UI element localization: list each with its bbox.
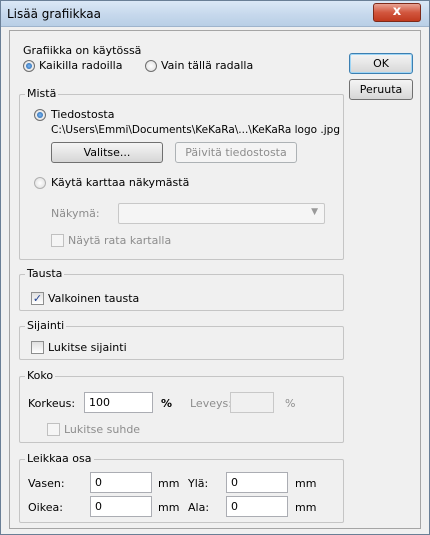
position-label: Sijainti xyxy=(25,319,67,332)
crop-left-input[interactable]: 0 xyxy=(90,472,152,493)
close-icon: x xyxy=(392,4,402,19)
lock-position-label[interactable]: Lukitse sijainti xyxy=(48,341,127,354)
lock-ratio-checkbox[interactable] xyxy=(47,423,60,436)
from-file-label[interactable]: Tiedostosta xyxy=(51,108,114,121)
height-input[interactable]: 100 xyxy=(84,392,153,413)
usage-group: Grafiikka on käytössä Kaikilla radoilla … xyxy=(19,44,344,84)
show-course-checkbox[interactable] xyxy=(51,234,64,247)
file-path-text: C:\Users\Emmi\Documents\KeKaRa\...\KeKaR… xyxy=(51,124,340,136)
ok-button[interactable]: OK xyxy=(349,53,413,74)
view-dropdown[interactable]: ▼ xyxy=(118,203,325,224)
height-label: Korkeus: xyxy=(28,397,76,410)
crop-label: Leikkaa osa xyxy=(25,452,94,465)
crop-top-label: Ylä: xyxy=(188,477,209,490)
this-course-radio[interactable] xyxy=(145,60,157,72)
use-map-label[interactable]: Käytä karttaa näkymästä xyxy=(51,176,189,189)
title-bar[interactable]: Lisää grafiikkaa x xyxy=(1,1,429,27)
crop-bottom-label: Ala: xyxy=(188,501,210,514)
usage-label: Grafiikka on käytössä xyxy=(23,44,142,57)
refresh-from-file-button[interactable]: Päivitä tiedostosta xyxy=(175,142,297,163)
from-file-radio[interactable] xyxy=(34,109,46,121)
chevron-down-icon: ▼ xyxy=(311,207,318,217)
choose-file-button[interactable]: Valitse... xyxy=(51,142,163,163)
width-label: Leveys: xyxy=(190,397,232,410)
crop-right-input[interactable]: 0 xyxy=(90,496,152,517)
crop-right-label: Oikea: xyxy=(28,501,63,514)
close-button[interactable]: x xyxy=(373,3,421,22)
use-map-radio[interactable] xyxy=(34,177,46,189)
white-background-label[interactable]: Valkoinen tausta xyxy=(48,292,139,305)
crop-bottom-unit: mm xyxy=(295,501,317,514)
width-input[interactable] xyxy=(230,392,274,413)
crop-left-unit: mm xyxy=(158,477,180,490)
size-group: Koko Korkeus: 100 % Leveys: % Lukitse su… xyxy=(19,369,344,443)
source-group: Mistä Tiedostosta C:\Users\Emmi\Document… xyxy=(19,87,344,260)
crop-group: Leikkaa osa Vasen: 0 mm Ylä: 0 mm Oikea:… xyxy=(19,452,344,523)
this-course-label[interactable]: Vain tällä radalla xyxy=(161,59,253,72)
crop-left-label: Vasen: xyxy=(28,477,65,490)
crop-top-unit: mm xyxy=(295,477,317,490)
lock-position-checkbox[interactable] xyxy=(31,341,44,354)
all-courses-label[interactable]: Kaikilla radoilla xyxy=(39,59,122,72)
crop-right-unit: mm xyxy=(158,501,180,514)
window-title: Lisää grafiikkaa xyxy=(7,7,101,21)
show-course-label[interactable]: Näytä rata kartalla xyxy=(68,234,171,247)
size-label: Koko xyxy=(25,369,56,382)
crop-bottom-input[interactable]: 0 xyxy=(226,496,288,517)
lock-ratio-label[interactable]: Lukitse suhde xyxy=(64,423,140,436)
background-group: Tausta ✓ Valkoinen tausta xyxy=(19,267,344,311)
all-courses-radio[interactable] xyxy=(23,60,35,72)
dialog-window: Lisää grafiikkaa x Grafiikka on käytössä… xyxy=(0,0,430,535)
dialog-body: Grafiikka on käytössä Kaikilla radoilla … xyxy=(9,30,421,529)
height-unit: % xyxy=(161,397,173,410)
width-unit: % xyxy=(285,397,296,410)
crop-top-input[interactable]: 0 xyxy=(226,472,288,493)
position-group: Sijainti Lukitse sijainti xyxy=(19,319,344,360)
cancel-button[interactable]: Peruuta xyxy=(349,79,413,100)
background-label: Tausta xyxy=(25,267,65,280)
source-label: Mistä xyxy=(25,87,59,100)
checkmark-icon: ✓ xyxy=(32,292,43,305)
white-background-checkbox[interactable]: ✓ xyxy=(31,292,44,305)
view-label: Näkymä: xyxy=(51,207,100,220)
